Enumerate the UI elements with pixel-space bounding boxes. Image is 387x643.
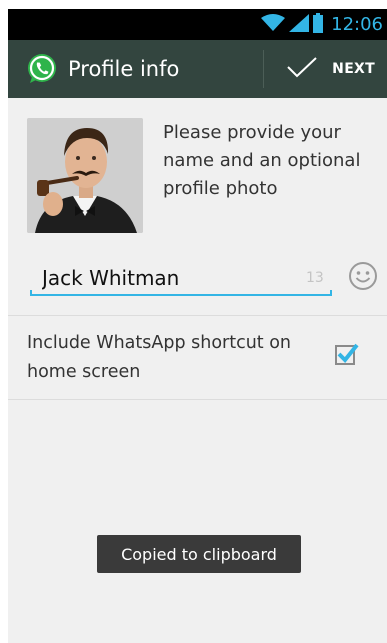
status-time: 12:06 <box>331 14 383 35</box>
status-bar: 12:06 <box>8 9 387 40</box>
whatsapp-logo-icon[interactable] <box>25 52 59 86</box>
toast-message: Copied to clipboard <box>121 544 277 564</box>
screen: 12:06 Profile info NEXT Please provide y… <box>8 9 387 643</box>
next-button-label: NEXT <box>332 61 375 77</box>
shortcut-row[interactable]: Include WhatsApp shortcut on home screen <box>8 315 387 399</box>
profile-photo[interactable] <box>27 118 143 233</box>
next-button[interactable]: NEXT <box>264 40 387 98</box>
checkmark-icon <box>286 56 318 82</box>
char-counter: 13 <box>306 270 324 286</box>
battery-icon <box>313 12 324 37</box>
divider-bottom <box>8 399 387 400</box>
profile-prompt-text: Please provide your name and an optional… <box>163 122 361 199</box>
action-bar: Profile info NEXT <box>8 40 387 98</box>
signal-icon <box>289 13 310 36</box>
shortcut-label: Include WhatsApp shortcut on home screen <box>27 333 292 382</box>
shortcut-checkbox[interactable] <box>335 342 359 366</box>
page-title: Profile info <box>68 57 180 81</box>
smiley-icon[interactable] <box>348 261 378 291</box>
toast: Copied to clipboard <box>97 535 301 573</box>
wifi-icon <box>261 13 286 36</box>
name-input[interactable] <box>32 261 332 295</box>
name-row: 13 <box>30 261 377 301</box>
name-input-underline <box>30 290 332 296</box>
